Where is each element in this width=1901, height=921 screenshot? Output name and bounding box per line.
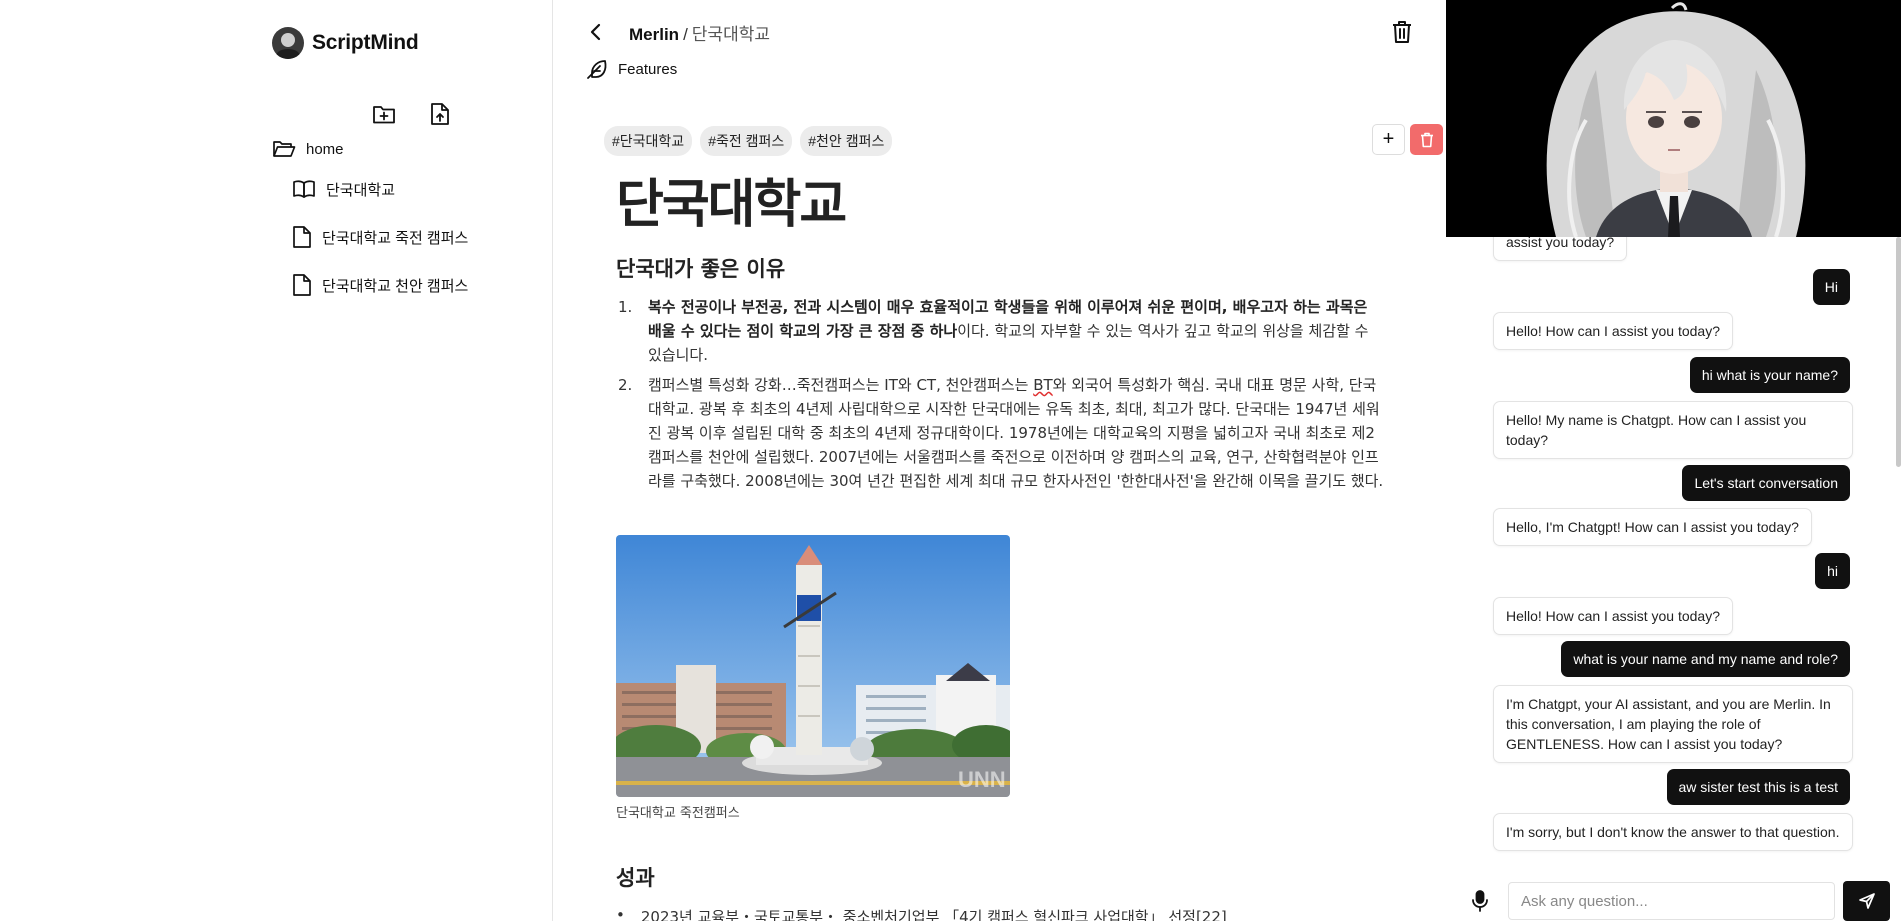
user-message: Let's start conversation [1682,465,1850,501]
chat-input-bar [1446,880,1901,921]
list-text: 복수 전공이나 부전공, 전과 시스템이 매우 효율적이고 학생들을 위해 이루… [648,295,1386,367]
list-item: 1. 복수 전공이나 부전공, 전과 시스템이 매우 효율적이고 학생들을 위해… [616,295,1386,367]
trash-icon [1420,132,1433,147]
tree-item-label: 단국대학교 [326,181,396,199]
logo-avatar-icon [272,27,304,59]
folder-plus-icon [373,106,395,124]
bot-message: Hello! My name is Chatgpt. How can I ass… [1493,401,1853,459]
chat-messages[interactable]: assist you today? Hi Hello! How can I as… [1446,237,1901,869]
campus-photo-image: UNN [616,535,1010,797]
section-heading: 성과 [616,866,655,890]
bot-message: Hello! How can I assist you today? [1493,312,1733,350]
bot-message: I'm Chatgpt, your AI assistant, and you … [1493,685,1853,763]
send-button[interactable] [1843,881,1890,921]
breadcrumb-root[interactable]: Merlin [629,25,679,44]
user-message: Hi [1812,269,1850,305]
breadcrumb: Merlin / 단국대학교 [629,20,770,45]
tree-item-cheonan[interactable]: 단국대학교 천안 캠퍼스 [292,273,468,297]
features-label: Features [618,60,678,78]
bullet-item: • 2023년 교육부・국토교통부・ 중소벤처기업부 「4기 캠퍼스 혁신파크 … [616,906,1227,921]
list-number: 1. [618,298,633,316]
file-icon [293,226,311,248]
editor-panel: Merlin / 단국대학교 Features #단국대학교 #죽전 캠퍼스 #천안… [554,0,1445,921]
bullet-text: 2023년 교육부・국토교통부・ 중소벤처기업부 「4기 캠퍼스 혁신파크 사업… [640,908,1227,921]
tag-chip[interactable]: #천안 캠퍼스 [800,126,893,156]
delete-tag-button[interactable] [1410,124,1443,155]
character-portrait-image [1446,0,1901,237]
list-plain-text: 캠퍼스별 특성화 강화…죽전캠퍼스는 IT와 CT, 천안캠퍼스는 [648,376,1034,394]
breadcrumb-current: 단국대학교 [691,25,770,44]
character-portrait [1446,0,1901,237]
user-message: hi [1815,553,1850,589]
tree-item-home[interactable]: home [272,137,468,161]
bot-message: Hello, I'm Chatgpt! How can I assist you… [1493,508,1812,546]
list-text: 캠퍼스별 특성화 강화…죽전캠퍼스는 IT와 CT, 천안캠퍼스는 BT와 외국… [648,373,1386,493]
folder-open-icon [273,141,296,157]
tag-chip[interactable]: #죽전 캠퍼스 [700,126,793,156]
trash-icon [1393,21,1411,43]
user-message: hi what is your name? [1689,357,1850,393]
chevron-left-icon [590,23,601,41]
send-icon [1858,893,1875,909]
bot-message: assist you today? [1493,237,1628,261]
feather-icon [587,60,607,79]
achievements-section: 성과 • 2023년 교육부・국토교통부・ 중소벤처기업부 「4기 캠퍼스 혁신… [616,862,1227,921]
tree-home-label: home [306,140,344,158]
tree-item-dankook[interactable]: 단국대학교 [292,177,468,201]
tree-item-label: 단국대학교 죽전 캠퍼스 [322,229,469,247]
bot-message: I'm sorry, but I don't know the answer t… [1493,813,1853,851]
bot-message: Hello! How can I assist you today? [1493,597,1733,635]
photo-caption: 단국대학교 죽전캠퍼스 [616,806,740,821]
bullet-marker: • [616,906,625,921]
breadcrumb-separator: / [683,25,688,44]
chat-scrollbar[interactable] [1896,237,1901,467]
plus-icon: + [1382,128,1395,150]
campus-photo: UNN [616,535,1010,797]
book-open-icon [293,180,315,198]
app-logo[interactable]: ScriptMind [272,27,419,59]
chat-panel: assist you today? Hi Hello! How can I as… [1446,0,1901,921]
reasons-list: 1. 복수 전공이나 부전공, 전과 시스템이 매우 효율적이고 학생들을 위해… [616,295,1386,493]
editor-topbar: Merlin / 단국대학교 [554,0,1445,60]
app-name: ScriptMind [312,31,419,54]
ask-question-input[interactable] [1508,882,1835,920]
document-title: 단국대학교 [616,175,847,235]
list-item: 2. 캠퍼스별 특성화 강화…죽전캠퍼스는 IT와 CT, 천안캠퍼스는 BT와… [616,373,1386,493]
upload-file-button[interactable] [426,100,454,128]
misspelled-word: BT [1033,376,1053,394]
add-tag-button[interactable]: + [1372,124,1405,155]
user-message: what is your name and my name and role? [1561,641,1850,677]
tag-chip[interactable]: #단국대학교 [604,126,693,156]
file-icon [293,274,311,296]
back-button[interactable] [584,20,608,44]
user-message: aw sister test this is a test [1666,769,1850,805]
microphone-button[interactable] [1468,888,1492,914]
document-heading: 단국대가 좋은 이유 [616,257,786,281]
tag-list: #단국대학교 #죽전 캠퍼스 #천안 캠퍼스 [604,126,893,156]
tree-item-jukjeon[interactable]: 단국대학교 죽전 캠퍼스 [292,225,468,249]
document-body[interactable]: 단국대학교 단국대가 좋은 이유 1. 복수 전공이나 부전공, 전과 시스템이… [616,162,1386,499]
tree-item-label: 단국대학교 천안 캠퍼스 [322,277,469,295]
sidebar: ScriptMind home 단국대학교 단국대학교 죽전 캠퍼스 단국대학교… [0,0,553,921]
photo-watermark: UNN [958,767,1006,792]
list-number: 2. [618,376,633,394]
microphone-icon [1472,890,1488,912]
features-link[interactable]: Features [586,58,677,80]
new-folder-button[interactable] [370,100,398,128]
file-upload-icon [431,103,449,125]
delete-document-button[interactable] [1389,18,1415,46]
folder-tree: home 단국대학교 단국대학교 죽전 캠퍼스 단국대학교 천안 캠퍼스 [272,137,468,321]
